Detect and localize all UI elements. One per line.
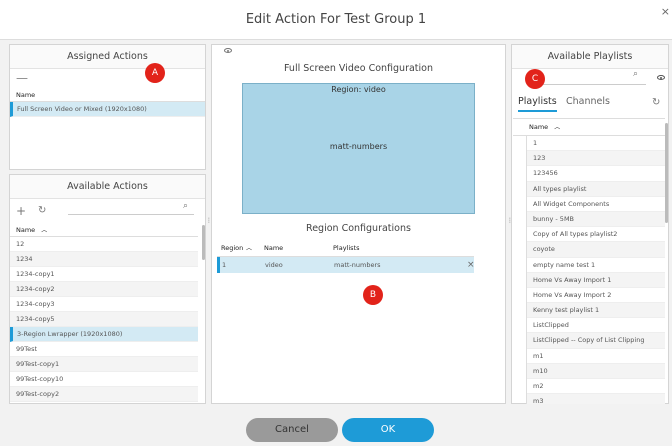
add-icon[interactable]: + xyxy=(16,205,26,217)
list-item[interactable]: All Widget Components xyxy=(527,197,665,212)
col-name[interactable]: Name xyxy=(264,240,283,257)
remove-row-icon[interactable]: × xyxy=(467,257,475,273)
sort-up-icon[interactable]: ︿ xyxy=(246,240,252,257)
available-playlists-panel: Available Playlists ⌕ Playlists Channels… xyxy=(511,44,669,404)
list-item[interactable]: 99Test-copy10 xyxy=(10,372,198,387)
list-item[interactable]: 1 xyxy=(527,136,665,152)
eye-icon[interactable] xyxy=(224,48,232,53)
list-item[interactable]: 3-Region Lwrapper (1920x1080) xyxy=(10,327,198,342)
tab-playlists[interactable]: Playlists xyxy=(518,96,557,112)
region-table-header: Region ︿ Name Playlists xyxy=(217,240,474,257)
assigned-name-header[interactable]: Name xyxy=(10,88,205,102)
list-item[interactable]: 99Test-copy2 xyxy=(10,387,198,402)
cancel-button[interactable]: Cancel xyxy=(246,418,338,442)
row-playlists: matt-numbers xyxy=(334,261,381,269)
list-item[interactable]: Kenny test playlist 1 xyxy=(527,303,665,319)
close-icon[interactable]: × xyxy=(661,6,670,18)
table-row[interactable]: 1 video matt-numbers × xyxy=(217,257,475,273)
playlists-scrollbar[interactable] xyxy=(665,123,668,223)
config-title: Full Screen Video Configuration xyxy=(283,63,433,74)
available-name-header[interactable]: Name ︿ xyxy=(10,223,198,237)
marker-a: A xyxy=(145,63,165,83)
left-splitter-handle[interactable]: ⋮ xyxy=(206,218,212,224)
list-item[interactable]: 1234-copy3 xyxy=(10,297,198,312)
region-content: matt-numbers xyxy=(329,142,388,151)
tab-channels[interactable]: Channels xyxy=(566,96,610,107)
list-item[interactable]: Home Vs Away Import 2 xyxy=(527,288,665,304)
list-item[interactable]: All types playlist xyxy=(527,181,665,197)
center-config-panel: Full Screen Video Configuration Region: … xyxy=(211,44,506,404)
assigned-actions-title: Assigned Actions xyxy=(10,45,205,69)
playlists-search-input[interactable] xyxy=(530,84,646,85)
eye-icon[interactable] xyxy=(657,75,665,80)
refresh-icon[interactable]: ↻ xyxy=(652,97,660,109)
available-actions-title: Available Actions xyxy=(10,175,205,199)
list-item[interactable]: ListClipped -- Copy of List Clipping xyxy=(527,333,665,349)
list-item[interactable]: 99Test xyxy=(10,342,198,357)
name-header-label: Name xyxy=(529,123,549,131)
sort-up-icon[interactable]: ︿ xyxy=(41,227,47,234)
right-splitter-handle[interactable]: ⋮ xyxy=(507,218,513,224)
remove-action-icon[interactable]: — xyxy=(16,71,28,85)
sort-up-icon[interactable]: ︿ xyxy=(554,124,560,131)
region-config-title: Region Configurations xyxy=(306,223,411,234)
list-item[interactable]: 12 xyxy=(10,237,198,252)
row-region: 1 xyxy=(222,261,227,269)
search-icon[interactable]: ⌕ xyxy=(633,68,638,80)
available-actions-panel: Available Actions + ↻ ⌕ Name ︿ 12 1234 1… xyxy=(9,174,206,404)
list-item[interactable]: 1234 xyxy=(10,252,198,267)
playlists-list: 1 123 123456 All types playlist All Widg… xyxy=(526,136,665,404)
list-item[interactable]: Copy of All types playlist2 xyxy=(527,227,665,243)
list-item[interactable]: bunny - 5MB xyxy=(527,211,665,228)
marker-c: C xyxy=(525,69,545,89)
list-item[interactable]: Full Screen Video or Mixed (1920x1080) xyxy=(10,102,205,117)
region-table: Region ︿ Name Playlists 1 video matt-num… xyxy=(217,240,475,273)
available-actions-scrollbar[interactable] xyxy=(202,225,205,260)
list-item[interactable]: empty name test 1 xyxy=(527,258,665,273)
list-item[interactable]: 1234-copy2 xyxy=(10,282,198,297)
available-playlists-title: Available Playlists xyxy=(512,45,668,69)
ok-button[interactable]: OK xyxy=(342,418,434,442)
assigned-actions-panel: Assigned Actions — Name Full Screen Vide… xyxy=(9,44,206,170)
list-item[interactable]: ListClipped xyxy=(527,318,665,334)
list-item[interactable]: m10 xyxy=(527,363,665,379)
list-item[interactable]: m2 xyxy=(527,379,665,395)
region-video-box[interactable]: Region: video matt-numbers xyxy=(242,83,475,214)
list-item[interactable]: 99Test-copy1 xyxy=(10,357,198,372)
list-item[interactable]: 123456 xyxy=(527,166,665,182)
list-item[interactable]: m1 xyxy=(527,349,665,364)
dialog-title: Edit Action For Test Group 1 xyxy=(0,0,672,40)
refresh-icon[interactable]: ↻ xyxy=(38,205,46,217)
playlists-name-header[interactable]: Name ︿ xyxy=(513,119,665,136)
search-input[interactable] xyxy=(68,214,194,215)
list-item[interactable]: coyote xyxy=(527,242,665,258)
list-item[interactable]: 123 xyxy=(527,151,665,167)
list-item[interactable]: m3 xyxy=(527,394,665,404)
list-item[interactable]: 1234-copy5 xyxy=(10,312,198,327)
region-label: Region: video xyxy=(331,85,386,94)
search-icon[interactable]: ⌕ xyxy=(183,200,188,212)
dialog-title-text: Edit Action For Test Group 1 xyxy=(245,12,427,27)
marker-b: B xyxy=(363,285,383,305)
list-item[interactable]: Home Vs Away Import 1 xyxy=(527,272,665,288)
row-name: video xyxy=(265,261,283,269)
name-header-label: Name xyxy=(16,226,36,234)
list-item[interactable]: 1234-copy1 xyxy=(10,267,198,282)
col-playlists[interactable]: Playlists xyxy=(333,240,360,257)
col-region[interactable]: Region xyxy=(221,240,243,257)
